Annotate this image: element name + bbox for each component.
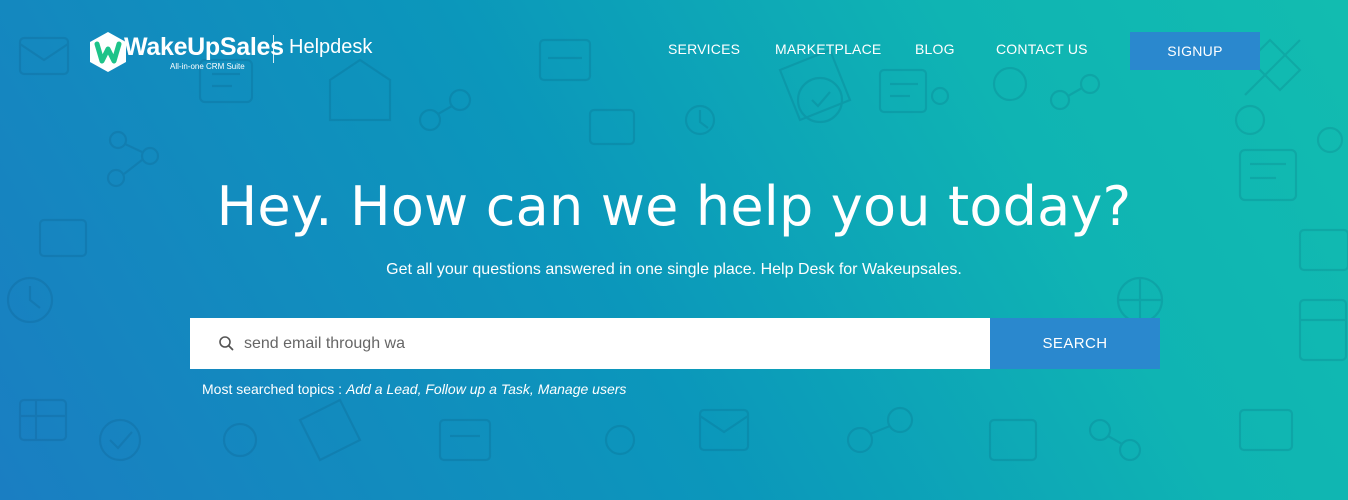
search-icon [219, 336, 234, 351]
brand-logo[interactable]: WakeUpSales All-in-one CRM Suite [88, 28, 284, 76]
brand-tagline: All-in-one CRM Suite [170, 62, 245, 71]
nav-services[interactable]: SERVICES [668, 41, 740, 57]
logo-divider [273, 35, 274, 63]
most-searched-topics: Most searched topics : Add a Lead, Follo… [202, 381, 626, 397]
background-pattern [6, 36, 1348, 462]
topic-add-a-lead[interactable]: Add a Lead, [346, 381, 422, 397]
hero-subtitle: Get all your questions answered in one s… [386, 261, 962, 278]
logo-hex-icon [90, 32, 126, 72]
hero-banner: WakeUpSales All-in-one CRM Suite Helpdes… [0, 0, 1348, 500]
brand-name: WakeUpSales [124, 33, 284, 61]
signup-button[interactable]: SIGNUP [1130, 32, 1260, 70]
hero-title: Hey. How can we help you today? [216, 175, 1132, 238]
nav-marketplace[interactable]: MARKETPLACE [775, 41, 881, 57]
nav-blog[interactable]: BLOG [915, 41, 955, 57]
topic-manage-users[interactable]: Manage users [538, 381, 627, 397]
topics-label: Most searched topics : [202, 381, 343, 397]
product-name: Helpdesk [289, 36, 373, 58]
search-box [190, 318, 990, 369]
topic-follow-up-a-task[interactable]: Follow up a Task, [425, 381, 533, 397]
nav-contact-us[interactable]: CONTACT US [996, 41, 1088, 57]
search-button[interactable]: SEARCH [990, 318, 1160, 369]
search-input[interactable] [244, 318, 974, 369]
